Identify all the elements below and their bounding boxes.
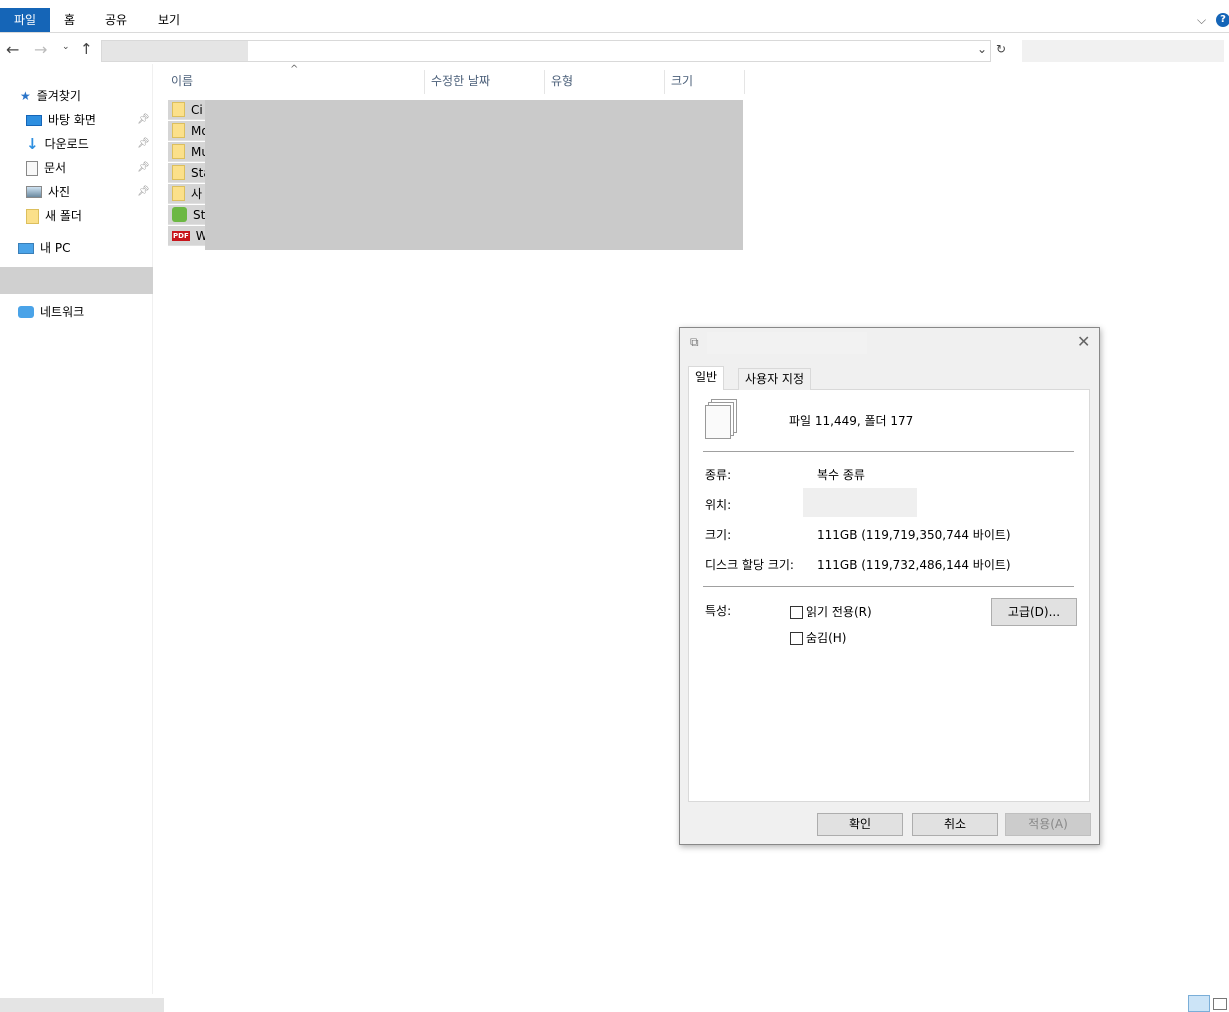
network-icon	[18, 306, 34, 318]
pdf-icon: PDF	[172, 230, 190, 241]
star-icon: ★	[20, 89, 31, 103]
column-size[interactable]: 크기	[665, 70, 745, 94]
ribbon: 파일 홈 공유 보기 ⌵ ?	[0, 8, 1229, 33]
app-icon	[172, 207, 187, 222]
cancel-button[interactable]: 취소	[912, 813, 998, 836]
address-dropdown-icon[interactable]: ⌄	[977, 42, 987, 56]
size-value: 111GB (119,719,350,744 바이트)	[817, 528, 1011, 542]
navigation-bar: ← → ⌄ ↑ ⌄ ↻	[0, 38, 1229, 64]
folder-icon	[172, 165, 185, 180]
refresh-icon[interactable]: ↻	[996, 42, 1006, 56]
pin-icon[interactable]: 📌︎	[137, 162, 150, 173]
sidebar-item-pictures[interactable]: 사진	[26, 181, 70, 203]
sidebar-item-network[interactable]: 네트워크	[18, 301, 84, 323]
pin-icon[interactable]: 📌︎	[137, 114, 150, 125]
apply-button[interactable]: 적용(A)	[1005, 813, 1091, 836]
folder-icon	[172, 186, 185, 201]
search-input[interactable]	[1022, 40, 1224, 62]
general-panel: 파일 11,449, 폴더 177 종류: 복수 종류 위치: 크기: 111G…	[688, 389, 1090, 802]
sidebar-item-new-folder[interactable]: 새 폴더	[26, 205, 82, 227]
status-bar-redacted	[0, 998, 164, 1012]
tab-file[interactable]: 파일	[0, 8, 50, 32]
folder-icon	[172, 123, 185, 138]
computer-icon	[18, 242, 34, 254]
column-type[interactable]: 유형	[545, 70, 665, 94]
sidebar-item-this-pc[interactable]: 내 PC	[18, 237, 70, 259]
folder-icon	[26, 208, 39, 224]
recent-dropdown-icon[interactable]: ⌄	[62, 42, 70, 52]
sort-ascending-icon: ^	[290, 64, 299, 75]
file-name: Ci	[191, 102, 203, 117]
disk-size-value: 111GB (119,732,486,144 바이트)	[817, 558, 1011, 572]
readonly-checkbox[interactable]: 읽기 전용(R)	[790, 603, 872, 620]
advanced-button[interactable]: 고급(D)...	[991, 598, 1077, 626]
pictures-icon	[26, 186, 42, 198]
desktop-icon	[26, 114, 42, 126]
multiple-files-icon	[705, 405, 731, 439]
column-date-modified[interactable]: 수정한 날짜	[425, 70, 545, 94]
disk-size-label: 디스크 할당 크기:	[705, 558, 794, 572]
large-icons-view-icon[interactable]	[1213, 998, 1227, 1010]
forward-icon[interactable]: →	[34, 40, 47, 59]
attributes-label: 특성:	[705, 604, 732, 618]
hidden-checkbox[interactable]: 숨김(H)	[790, 629, 846, 646]
file-name: 사	[191, 187, 203, 201]
download-icon: ↓	[26, 135, 39, 153]
file-folder-count: 파일 11,449, 폴더 177	[789, 414, 914, 428]
type-label: 종류:	[705, 468, 732, 482]
tab-home[interactable]: 홈	[64, 8, 75, 32]
back-icon[interactable]: ←	[6, 40, 19, 59]
tab-share[interactable]: 공유	[105, 8, 127, 32]
folder-icon	[172, 144, 185, 159]
location-value-redacted	[803, 488, 917, 517]
dialog-title-redacted	[707, 332, 867, 354]
up-icon[interactable]: ↑	[80, 40, 93, 58]
help-icon[interactable]: ?	[1216, 13, 1229, 27]
close-icon[interactable]: ✕	[1077, 332, 1090, 351]
location-label: 위치:	[705, 498, 732, 512]
tab-customize[interactable]: 사용자 지정	[738, 368, 812, 390]
sidebar-item-desktop[interactable]: 바탕 화면	[26, 109, 96, 131]
document-icon	[26, 160, 38, 176]
size-label: 크기:	[705, 528, 732, 542]
tab-view[interactable]: 보기	[158, 8, 180, 32]
navigation-pane: ★ 즐겨찾기 바탕 화면 ↓ 다운로드 문서 사진 새 폴더 📌︎ 📌︎ 📌︎ 📌︎…	[0, 64, 153, 994]
sidebar-item-quick-access[interactable]: ★ 즐겨찾기	[20, 85, 81, 107]
tab-general[interactable]: 일반	[688, 366, 725, 390]
multiple-files-icon: ⧉	[690, 335, 699, 349]
sidebar-item-documents[interactable]: 문서	[26, 157, 66, 179]
redacted-drive[interactable]	[0, 267, 153, 294]
address-bar[interactable]: ⌄	[101, 40, 991, 62]
pin-icon[interactable]: 📌︎	[137, 186, 150, 197]
folder-icon	[172, 102, 185, 117]
sidebar-item-downloads[interactable]: ↓ 다운로드	[26, 133, 89, 155]
redacted-file-details	[205, 100, 743, 250]
details-view-icon[interactable]	[1188, 995, 1210, 1012]
ok-button[interactable]: 확인	[817, 813, 903, 836]
properties-dialog: ⧉ ✕ 파일 11,449, 폴더 177 종류: 복수 종류 위치: 크기: …	[679, 327, 1100, 845]
ribbon-expand-icon[interactable]: ⌵	[1197, 8, 1206, 32]
type-value: 복수 종류	[817, 468, 865, 482]
pin-icon[interactable]: 📌︎	[137, 138, 150, 149]
